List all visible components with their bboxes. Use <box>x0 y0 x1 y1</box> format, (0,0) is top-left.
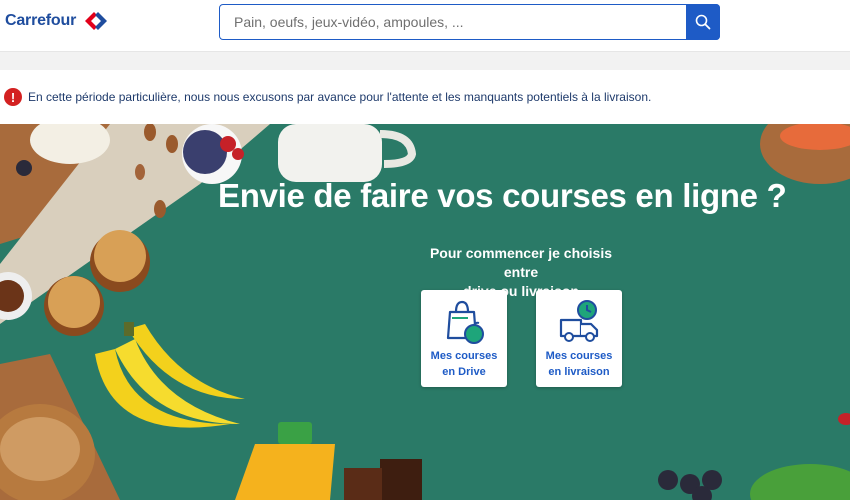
shopping-bag-icon <box>446 300 484 344</box>
header-divider-band <box>0 52 850 70</box>
drive-option-label: Mes courses en Drive <box>430 350 498 378</box>
header: Carrefour <box>0 0 850 52</box>
info-alert: ! En cette période particulière, nous no… <box>0 70 850 124</box>
search-input[interactable] <box>220 5 686 39</box>
drive-option-button[interactable]: Mes courses en Drive <box>421 290 507 387</box>
hero-banner: Envie de faire vos courses en ligne ? Po… <box>0 124 850 500</box>
delivery-truck-icon <box>559 300 599 342</box>
hero-title: Envie de faire vos courses en ligne ? <box>218 177 787 214</box>
search-bar <box>219 4 720 40</box>
hero-subtitle-line1: Pour commencer je choisis entre <box>429 245 613 280</box>
carrefour-logo[interactable]: Carrefour <box>5 10 111 32</box>
delivery-option-label: Mes courses en livraison <box>545 350 613 378</box>
delivery-option-button[interactable]: Mes courses en livraison <box>536 290 622 387</box>
exclamation-icon: ! <box>4 88 22 106</box>
alert-message: En cette période particulière, nous nous… <box>28 90 652 104</box>
carrefour-logo-icon <box>85 12 108 30</box>
search-icon <box>695 14 711 30</box>
logo-text: Carrefour <box>5 12 77 29</box>
search-button[interactable] <box>686 4 720 40</box>
